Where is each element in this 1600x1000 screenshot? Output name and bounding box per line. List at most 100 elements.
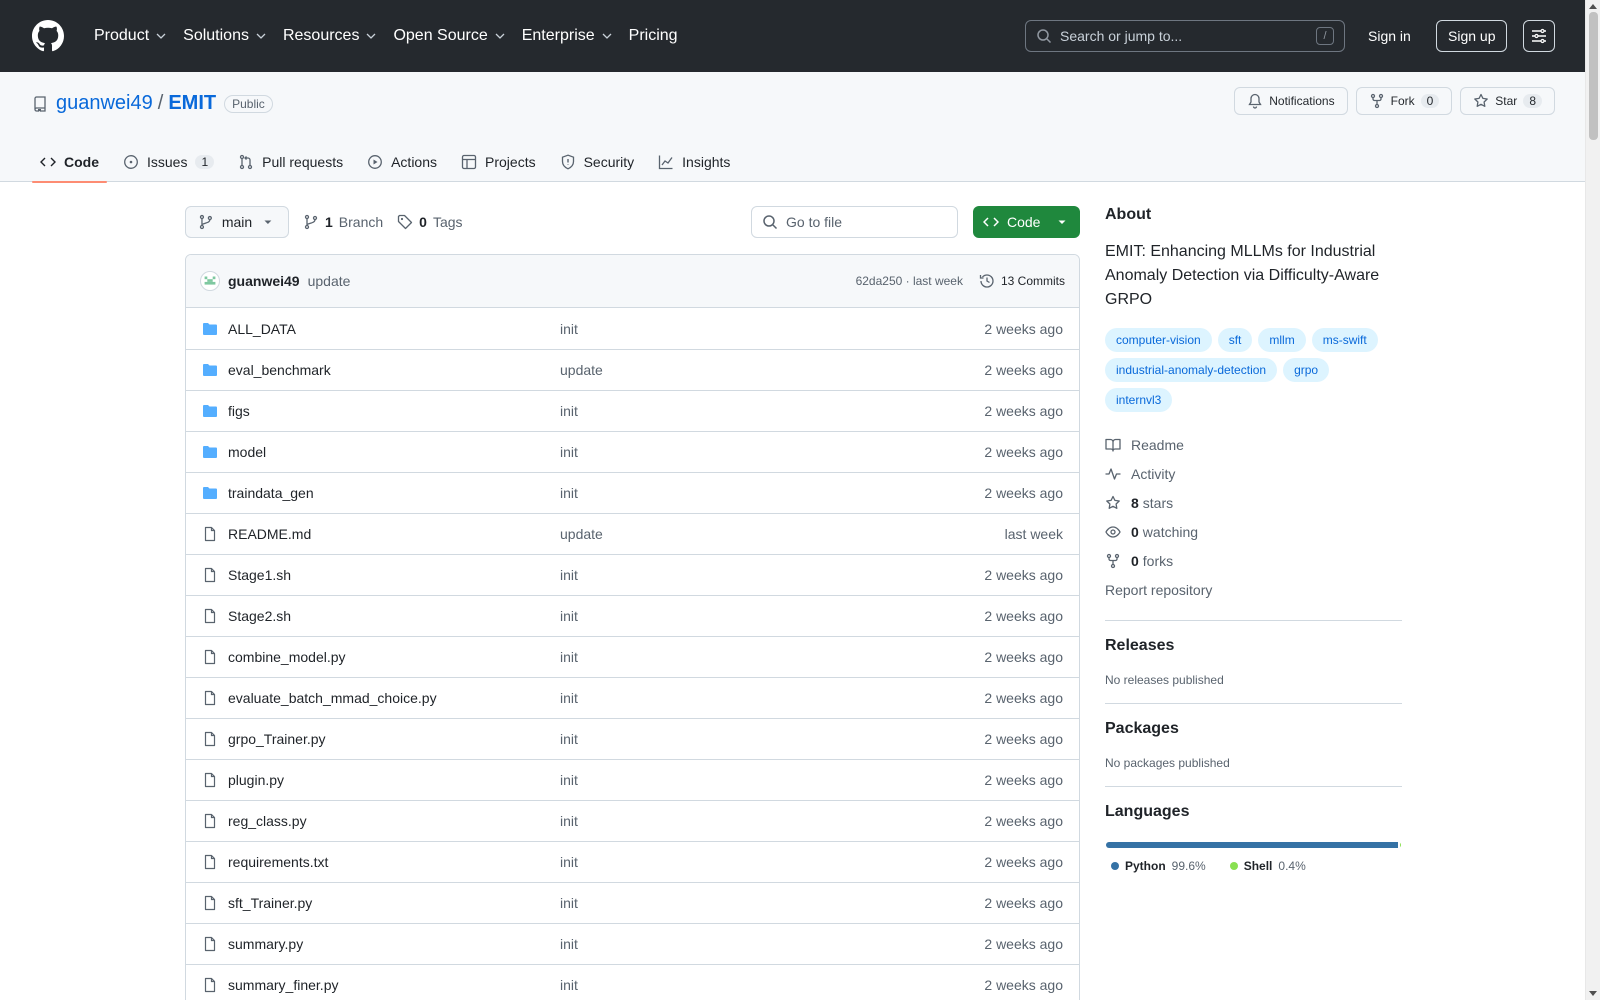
tab-code[interactable]: Code: [32, 142, 107, 183]
file-row[interactable]: traindata_gen init 2 weeks ago: [186, 472, 1079, 513]
tab-actions[interactable]: Actions: [359, 142, 445, 182]
file-name-link[interactable]: Stage1.sh: [228, 567, 560, 583]
file-row[interactable]: ALL_DATA init 2 weeks ago: [186, 308, 1079, 349]
file-commit-message[interactable]: init: [560, 731, 984, 747]
file-commit-message[interactable]: init: [560, 321, 984, 337]
topic-tag[interactable]: computer-vision: [1105, 328, 1212, 352]
file-name-link[interactable]: eval_benchmark: [228, 362, 560, 378]
code-dropdown-button[interactable]: Code: [973, 206, 1080, 238]
file-row[interactable]: Stage2.sh init 2 weeks ago: [186, 595, 1079, 636]
scroll-up-arrow-icon[interactable]: [1589, 4, 1597, 9]
sign-up-button[interactable]: Sign up: [1436, 20, 1508, 52]
repo-name-link[interactable]: EMIT: [168, 92, 216, 115]
commit-sha-time[interactable]: 62da250 · last week: [856, 274, 963, 288]
file-commit-message[interactable]: init: [560, 690, 984, 706]
fork-button[interactable]: Fork 0: [1355, 87, 1453, 115]
nav-product[interactable]: Product: [86, 20, 175, 52]
file-row[interactable]: combine_model.py init 2 weeks ago: [186, 636, 1079, 677]
file-row[interactable]: README.md update last week: [186, 513, 1079, 554]
activity-link[interactable]: Activity: [1105, 459, 1402, 488]
file-commit-message[interactable]: init: [560, 977, 984, 993]
forks-link[interactable]: 0 forks: [1105, 546, 1402, 575]
file-commit-message[interactable]: init: [560, 567, 984, 583]
file-commit-message[interactable]: init: [560, 649, 984, 665]
file-name-link[interactable]: summary.py: [228, 936, 560, 952]
repo-owner-link[interactable]: guanwei49: [56, 92, 153, 115]
avatar[interactable]: [200, 271, 220, 291]
tab-security[interactable]: Security: [552, 142, 643, 182]
notifications-button[interactable]: Notifications: [1234, 87, 1348, 115]
tab-insights[interactable]: Insights: [650, 142, 738, 182]
packages-heading[interactable]: Packages: [1105, 720, 1402, 738]
page-scrollbar[interactable]: [1585, 0, 1600, 1000]
go-to-file-input[interactable]: Go to file: [751, 206, 958, 238]
file-row[interactable]: figs init 2 weeks ago: [186, 390, 1079, 431]
tab-pull-requests[interactable]: Pull requests: [230, 142, 351, 182]
tags-link[interactable]: 0 Tags: [397, 214, 463, 230]
commits-link[interactable]: 13 Commits: [979, 273, 1065, 289]
nav-solutions[interactable]: Solutions: [175, 20, 275, 52]
file-commit-message[interactable]: init: [560, 854, 984, 870]
github-logo-icon[interactable]: [32, 20, 64, 52]
watching-link[interactable]: 0 watching: [1105, 517, 1402, 546]
file-name-link[interactable]: summary_finer.py: [228, 977, 560, 993]
tab-issues[interactable]: Issues 1: [115, 142, 222, 182]
file-row[interactable]: model init 2 weeks ago: [186, 431, 1079, 472]
nav-pricing[interactable]: Pricing: [621, 20, 686, 52]
file-commit-message[interactable]: init: [560, 772, 984, 788]
file-commit-message[interactable]: update: [560, 362, 984, 378]
nav-enterprise[interactable]: Enterprise: [514, 20, 621, 52]
nav-resources[interactable]: Resources: [275, 20, 385, 52]
topic-tag[interactable]: sft: [1217, 328, 1253, 352]
file-commit-message[interactable]: init: [560, 485, 984, 501]
file-name-link[interactable]: README.md: [228, 526, 560, 542]
releases-heading[interactable]: Releases: [1105, 637, 1402, 655]
commit-author[interactable]: guanwei49: [228, 273, 300, 289]
file-name-link[interactable]: sft_Trainer.py: [228, 895, 560, 911]
topic-tag[interactable]: industrial-anomaly-detection: [1105, 358, 1278, 382]
branches-link[interactable]: 1 Branch: [303, 214, 383, 230]
nav-open-source[interactable]: Open Source: [385, 20, 513, 52]
file-name-link[interactable]: Stage2.sh: [228, 608, 560, 624]
file-row[interactable]: sft_Trainer.py init 2 weeks ago: [186, 882, 1079, 923]
file-commit-message[interactable]: init: [560, 403, 984, 419]
global-search-input[interactable]: Search or jump to... /: [1025, 20, 1345, 52]
branch-selector[interactable]: main: [185, 206, 289, 238]
language-item[interactable]: Shell 0.4%: [1229, 859, 1306, 873]
menu-button[interactable]: [1523, 20, 1555, 52]
file-row[interactable]: summary.py init 2 weeks ago: [186, 923, 1079, 964]
readme-link[interactable]: Readme: [1105, 430, 1402, 459]
file-row[interactable]: summary_finer.py init 2 weeks ago: [186, 964, 1079, 1000]
file-row[interactable]: eval_benchmark update 2 weeks ago: [186, 349, 1079, 390]
file-row[interactable]: grpo_Trainer.py init 2 weeks ago: [186, 718, 1079, 759]
file-name-link[interactable]: ALL_DATA: [228, 321, 560, 337]
topic-tag[interactable]: internvl3: [1105, 388, 1173, 412]
file-commit-message[interactable]: init: [560, 444, 984, 460]
file-name-link[interactable]: reg_class.py: [228, 813, 560, 829]
tab-projects[interactable]: Projects: [453, 142, 544, 182]
file-name-link[interactable]: traindata_gen: [228, 485, 560, 501]
file-name-link[interactable]: grpo_Trainer.py: [228, 731, 560, 747]
file-commit-message[interactable]: init: [560, 936, 984, 952]
star-button[interactable]: Star 8: [1460, 87, 1555, 115]
stars-link[interactable]: 8 stars: [1105, 488, 1402, 517]
language-item[interactable]: Python 99.6%: [1111, 859, 1206, 873]
file-name-link[interactable]: evaluate_batch_mmad_choice.py: [228, 690, 560, 706]
file-commit-message[interactable]: init: [560, 813, 984, 829]
file-commit-message[interactable]: update: [560, 526, 1005, 542]
file-row[interactable]: plugin.py init 2 weeks ago: [186, 759, 1079, 800]
topic-tag[interactable]: grpo: [1283, 358, 1330, 382]
sign-in-link[interactable]: Sign in: [1360, 20, 1419, 52]
file-row[interactable]: requirements.txt init 2 weeks ago: [186, 841, 1079, 882]
file-row[interactable]: reg_class.py init 2 weeks ago: [186, 800, 1079, 841]
file-name-link[interactable]: figs: [228, 403, 560, 419]
file-name-link[interactable]: model: [228, 444, 560, 460]
topic-tag[interactable]: mllm: [1258, 328, 1306, 352]
scroll-down-arrow-icon[interactable]: [1589, 991, 1597, 996]
file-row[interactable]: Stage1.sh init 2 weeks ago: [186, 554, 1079, 595]
report-repository-link[interactable]: Report repository: [1105, 575, 1402, 604]
file-name-link[interactable]: combine_model.py: [228, 649, 560, 665]
file-row[interactable]: evaluate_batch_mmad_choice.py init 2 weeks…: [186, 677, 1079, 718]
topic-tag[interactable]: ms-swift: [1311, 328, 1378, 352]
file-name-link[interactable]: plugin.py: [228, 772, 560, 788]
